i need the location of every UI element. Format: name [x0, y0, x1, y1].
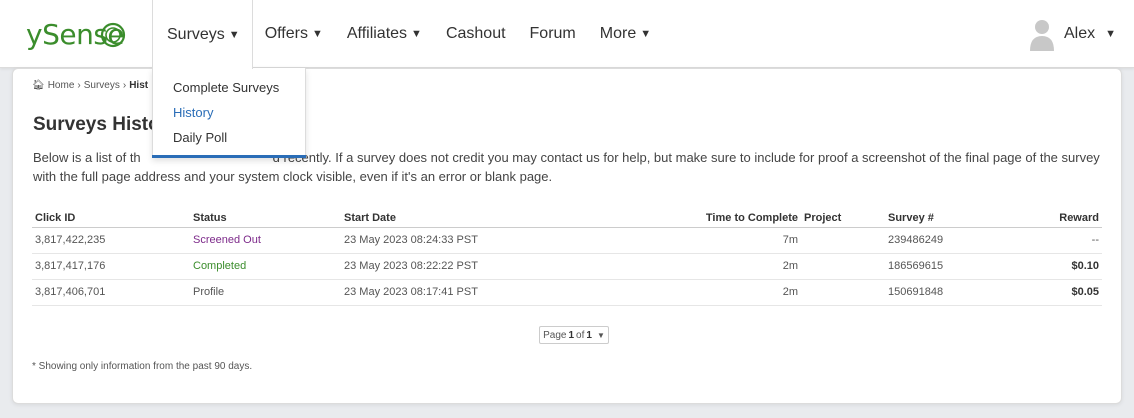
- survey-history-table: Click ID Status Start Date Time to Compl…: [32, 209, 1102, 306]
- nav-more-label: More: [599, 25, 637, 42]
- cell-status: Screened Out: [190, 227, 341, 254]
- breadcrumb-surveys[interactable]: Surveys: [84, 80, 120, 91]
- nav-offers[interactable]: Offers ▼: [253, 0, 335, 68]
- top-navbar: ySense Surveys ▼ Offers ▼ Affiliates ▼ C…: [0, 0, 1134, 69]
- table-row: 3,817,422,235 Screened Out 23 May 2023 0…: [32, 227, 1102, 254]
- page-select[interactable]: Page 1 of 1 ▼: [539, 326, 609, 344]
- table-header-row: Click ID Status Start Date Time to Compl…: [32, 209, 1102, 228]
- nav-more[interactable]: More ▼: [588, 0, 663, 68]
- caret-down-icon: ▼: [640, 28, 652, 40]
- nav-affiliates-label: Affiliates: [346, 25, 408, 42]
- main-nav: Surveys ▼ Offers ▼ Affiliates ▼ Cashout …: [152, 0, 663, 69]
- user-menu[interactable]: Alex ▼: [1028, 0, 1116, 68]
- home-icon: 🏠︎: [32, 80, 45, 91]
- cell-start-date: 23 May 2023 08:22:22 PST: [341, 253, 601, 280]
- col-project[interactable]: Project: [801, 209, 885, 228]
- nav-forum[interactable]: Forum: [518, 0, 588, 68]
- caret-down-icon: ▼: [228, 28, 240, 41]
- menu-item-history[interactable]: History: [153, 100, 305, 125]
- pager-total: 1: [586, 329, 592, 341]
- breadcrumb-home[interactable]: Home: [48, 80, 75, 91]
- pager-prefix: Page: [543, 329, 567, 341]
- footnote: * Showing only information from the past…: [32, 361, 253, 372]
- col-time-to-complete[interactable]: Time to Complete: [601, 209, 801, 228]
- nav-offers-label: Offers: [264, 25, 308, 42]
- cell-time: 7m: [601, 227, 801, 254]
- avatar-icon: [1029, 20, 1054, 51]
- col-status[interactable]: Status: [190, 209, 341, 228]
- caret-down-icon: ▼: [411, 28, 422, 40]
- description-start: Below is a list of th: [33, 150, 141, 165]
- cell-start-date: 23 May 2023 08:24:33 PST: [341, 227, 601, 254]
- table-row: 3,817,406,701 Profile 23 May 2023 08:17:…: [32, 279, 1102, 306]
- cell-survey-number: 186569615: [885, 253, 1015, 280]
- menu-item-daily-poll[interactable]: Daily Poll: [153, 125, 305, 150]
- cell-status: Completed: [190, 253, 341, 280]
- col-reward[interactable]: Reward: [1015, 209, 1102, 228]
- dropdown-accent-bar: [152, 155, 306, 158]
- pager-current: 1: [568, 329, 575, 341]
- caret-down-icon: ▼: [1105, 28, 1116, 40]
- cell-time: 2m: [601, 279, 801, 306]
- col-click-id[interactable]: Click ID: [32, 209, 190, 228]
- pager-of: of: [576, 329, 585, 341]
- surveys-dropdown-menu: Complete Surveys History Daily Poll: [152, 68, 306, 158]
- cell-time: 2m: [601, 253, 801, 280]
- cell-project: [801, 227, 885, 254]
- breadcrumb: 🏠︎ Home › Surveys › Hist: [32, 80, 148, 91]
- cell-status: Profile: [190, 279, 341, 306]
- user-name: Alex: [1063, 25, 1096, 42]
- cell-reward: $0.05: [1015, 279, 1102, 306]
- ysense-logo[interactable]: ySense: [26, 18, 130, 52]
- logo-swoosh-icon: [101, 22, 126, 48]
- nav-forum-label: Forum: [529, 25, 576, 42]
- breadcrumb-separator: ›: [122, 80, 127, 91]
- page-title: Surveys Histo: [33, 114, 160, 135]
- breadcrumb-current: Hist: [129, 80, 149, 91]
- cell-reward: --: [1015, 227, 1102, 254]
- breadcrumb-separator: ›: [77, 80, 81, 91]
- col-start-date[interactable]: Start Date: [341, 209, 601, 228]
- cell-click-id: 3,817,417,176: [32, 253, 190, 280]
- nav-affiliates[interactable]: Affiliates ▼: [335, 0, 434, 68]
- cell-click-id: 3,817,422,235: [32, 227, 190, 254]
- cell-start-date: 23 May 2023 08:17:41 PST: [341, 279, 601, 306]
- cell-click-id: 3,817,406,701: [32, 279, 190, 306]
- cell-survey-number: 239486249: [885, 227, 1015, 254]
- col-survey-number[interactable]: Survey #: [885, 209, 1015, 228]
- table-row: 3,817,417,176 Completed 23 May 2023 08:2…: [32, 253, 1102, 280]
- caret-down-icon: ▼: [596, 330, 605, 340]
- cell-project: [801, 253, 885, 280]
- nav-surveys-label: Surveys: [167, 25, 225, 43]
- nav-cashout[interactable]: Cashout: [434, 0, 518, 68]
- cell-reward: $0.10: [1015, 253, 1102, 280]
- nav-cashout-label: Cashout: [445, 25, 506, 42]
- caret-down-icon: ▼: [311, 28, 323, 40]
- menu-item-complete-surveys[interactable]: Complete Surveys: [153, 75, 305, 100]
- nav-surveys[interactable]: Surveys ▼: [152, 0, 253, 69]
- cell-survey-number: 150691848: [885, 279, 1015, 306]
- cell-project: [801, 279, 885, 306]
